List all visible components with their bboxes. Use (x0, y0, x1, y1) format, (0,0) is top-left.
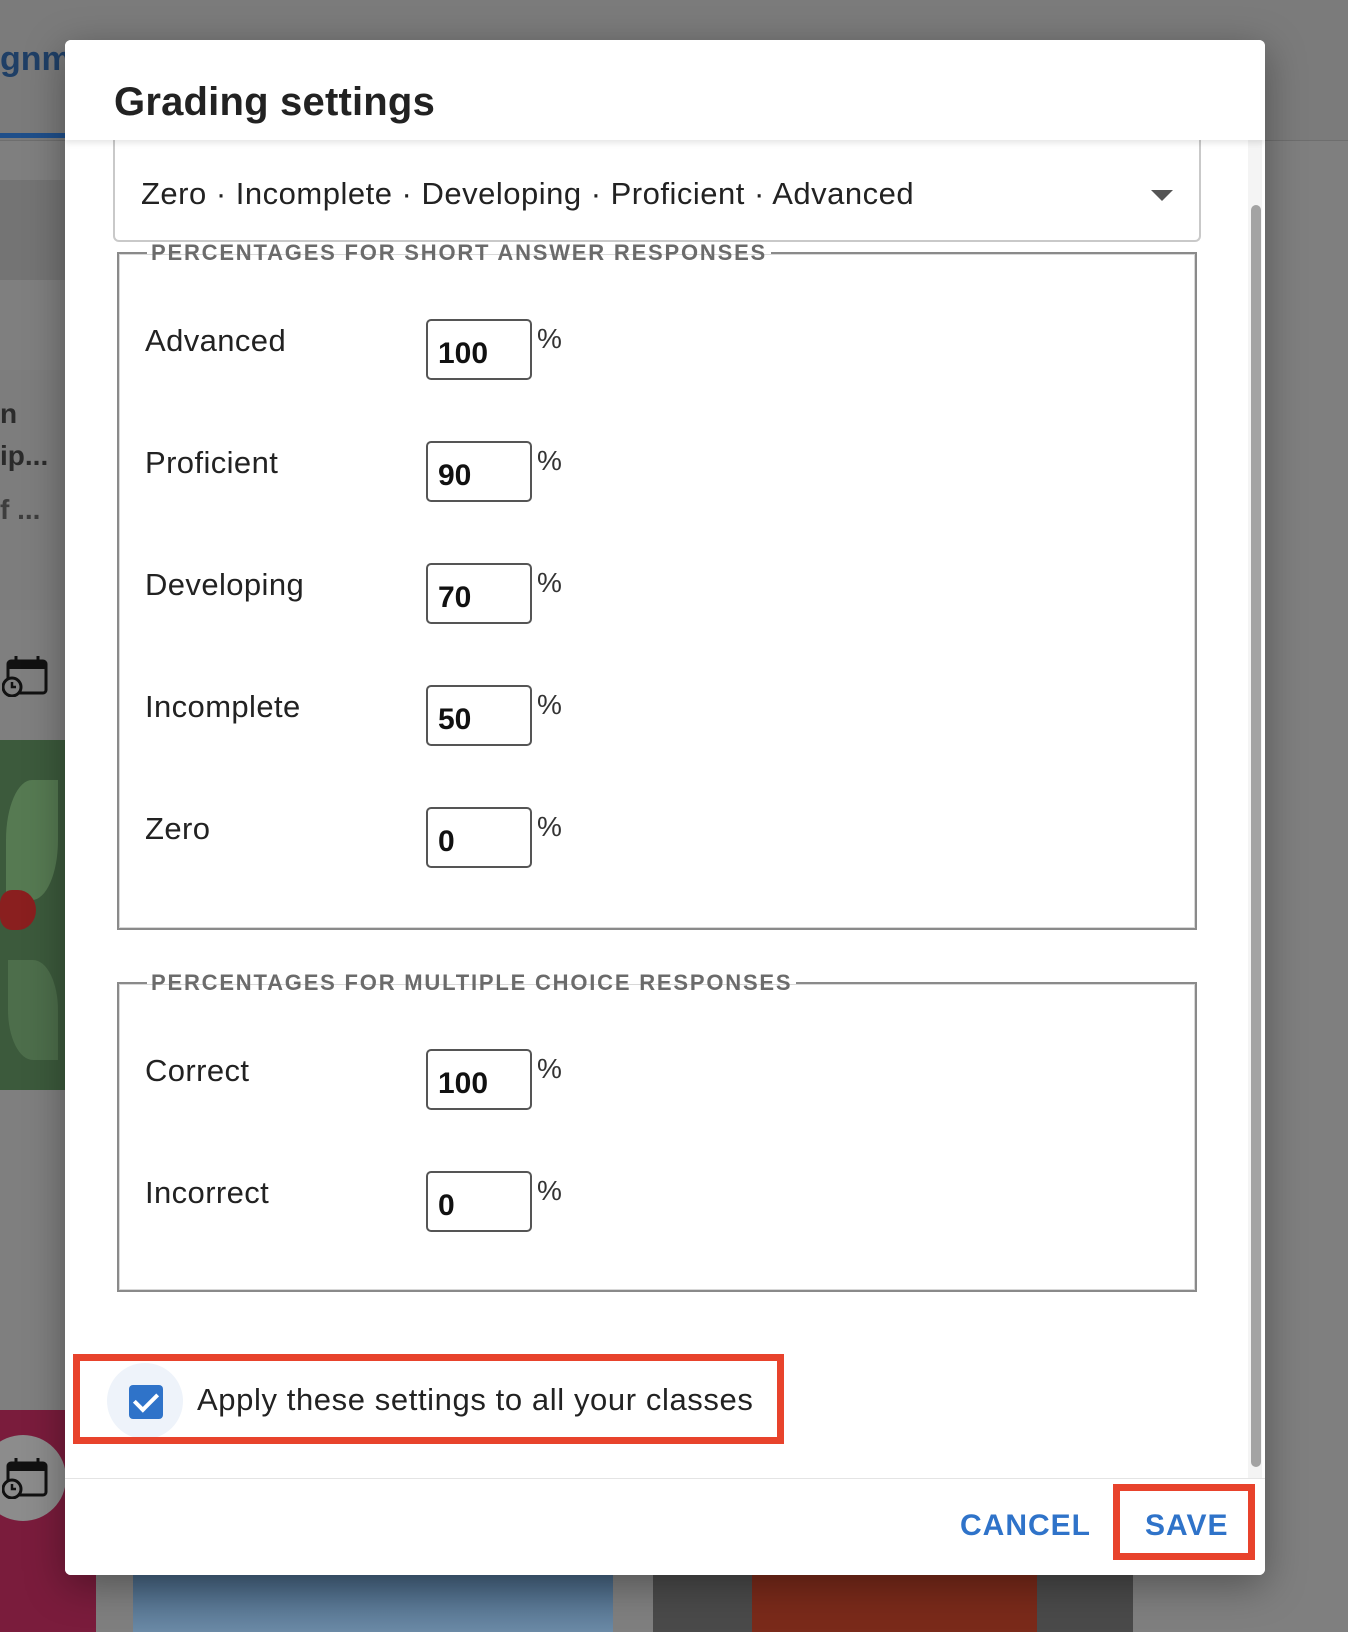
background-butterfly-image (0, 890, 36, 930)
grading-settings-dialog: Grading settings Zero · Incomplete · Dev… (65, 40, 1265, 1575)
percent-sign: % (537, 323, 562, 354)
short-answer-legend: PERCENTAGES FOR SHORT ANSWER RESPONSES (151, 240, 768, 265)
scrollbar-thumb[interactable] (1251, 205, 1261, 1467)
dialog-header: Grading settings (65, 40, 1265, 140)
percentage-label: Developing (145, 567, 305, 602)
percent-sign: % (537, 1053, 562, 1084)
percent-sign: % (537, 445, 562, 476)
percentage-label: Proficient (145, 445, 279, 480)
percent-sign: % (537, 1175, 562, 1206)
background-card-subtitle: f ... (0, 494, 41, 525)
zero-percentage-input[interactable] (426, 807, 532, 868)
grading-scale-select[interactable]: Zero · Incomplete · Developing · Profici… (113, 140, 1201, 242)
background-card-line: n (0, 398, 18, 429)
percentage-label: Zero (145, 811, 211, 846)
background-tab-label: gnm (0, 40, 72, 78)
calendar-clock-icon (2, 1458, 48, 1499)
multiple-choice-percentages: PERCENTAGES FOR MULTIPLE CHOICE RESPONSE… (117, 970, 1197, 1292)
cancel-button[interactable]: CANCEL (960, 1509, 1091, 1543)
proficient-percentage-input[interactable] (426, 441, 532, 502)
apply-all-checkbox[interactable] (129, 1385, 163, 1419)
correct-percentage-input[interactable] (426, 1049, 532, 1110)
background-card-title: ip... (0, 440, 49, 471)
percent-sign: % (537, 689, 562, 720)
percent-sign: % (537, 811, 562, 842)
developing-percentage-input[interactable] (426, 563, 532, 624)
dialog-title: Grading settings (114, 80, 436, 124)
advanced-percentage-input[interactable] (426, 319, 532, 380)
incorrect-percentage-input[interactable] (426, 1171, 532, 1232)
grading-scale-value: Zero · Incomplete · Developing · Profici… (141, 176, 915, 211)
percentage-label: Incorrect (145, 1175, 270, 1210)
percentage-label: Incomplete (145, 689, 301, 724)
apply-all-label[interactable]: Apply these settings to all your classes (197, 1382, 753, 1418)
background-tab-underline (0, 133, 66, 138)
save-button[interactable]: SAVE (1145, 1509, 1228, 1543)
dialog-footer: CANCEL SAVE (65, 1478, 1265, 1575)
background-thumbnail-book (752, 1570, 1037, 1632)
calendar-clock-icon (2, 656, 48, 697)
percentage-label: Correct (145, 1053, 250, 1088)
percent-sign: % (537, 567, 562, 598)
background-panel (0, 180, 66, 280)
percentage-label: Advanced (145, 323, 287, 358)
incomplete-percentage-input[interactable] (426, 685, 532, 746)
dropdown-arrow-icon (1151, 190, 1173, 201)
multiple-choice-legend: PERCENTAGES FOR MULTIPLE CHOICE RESPONSE… (151, 970, 793, 995)
apply-all-classes-option[interactable]: Apply these settings to all your classes (85, 1363, 783, 1439)
short-answer-percentages: PERCENTAGES FOR SHORT ANSWER RESPONSES A… (117, 240, 1197, 930)
